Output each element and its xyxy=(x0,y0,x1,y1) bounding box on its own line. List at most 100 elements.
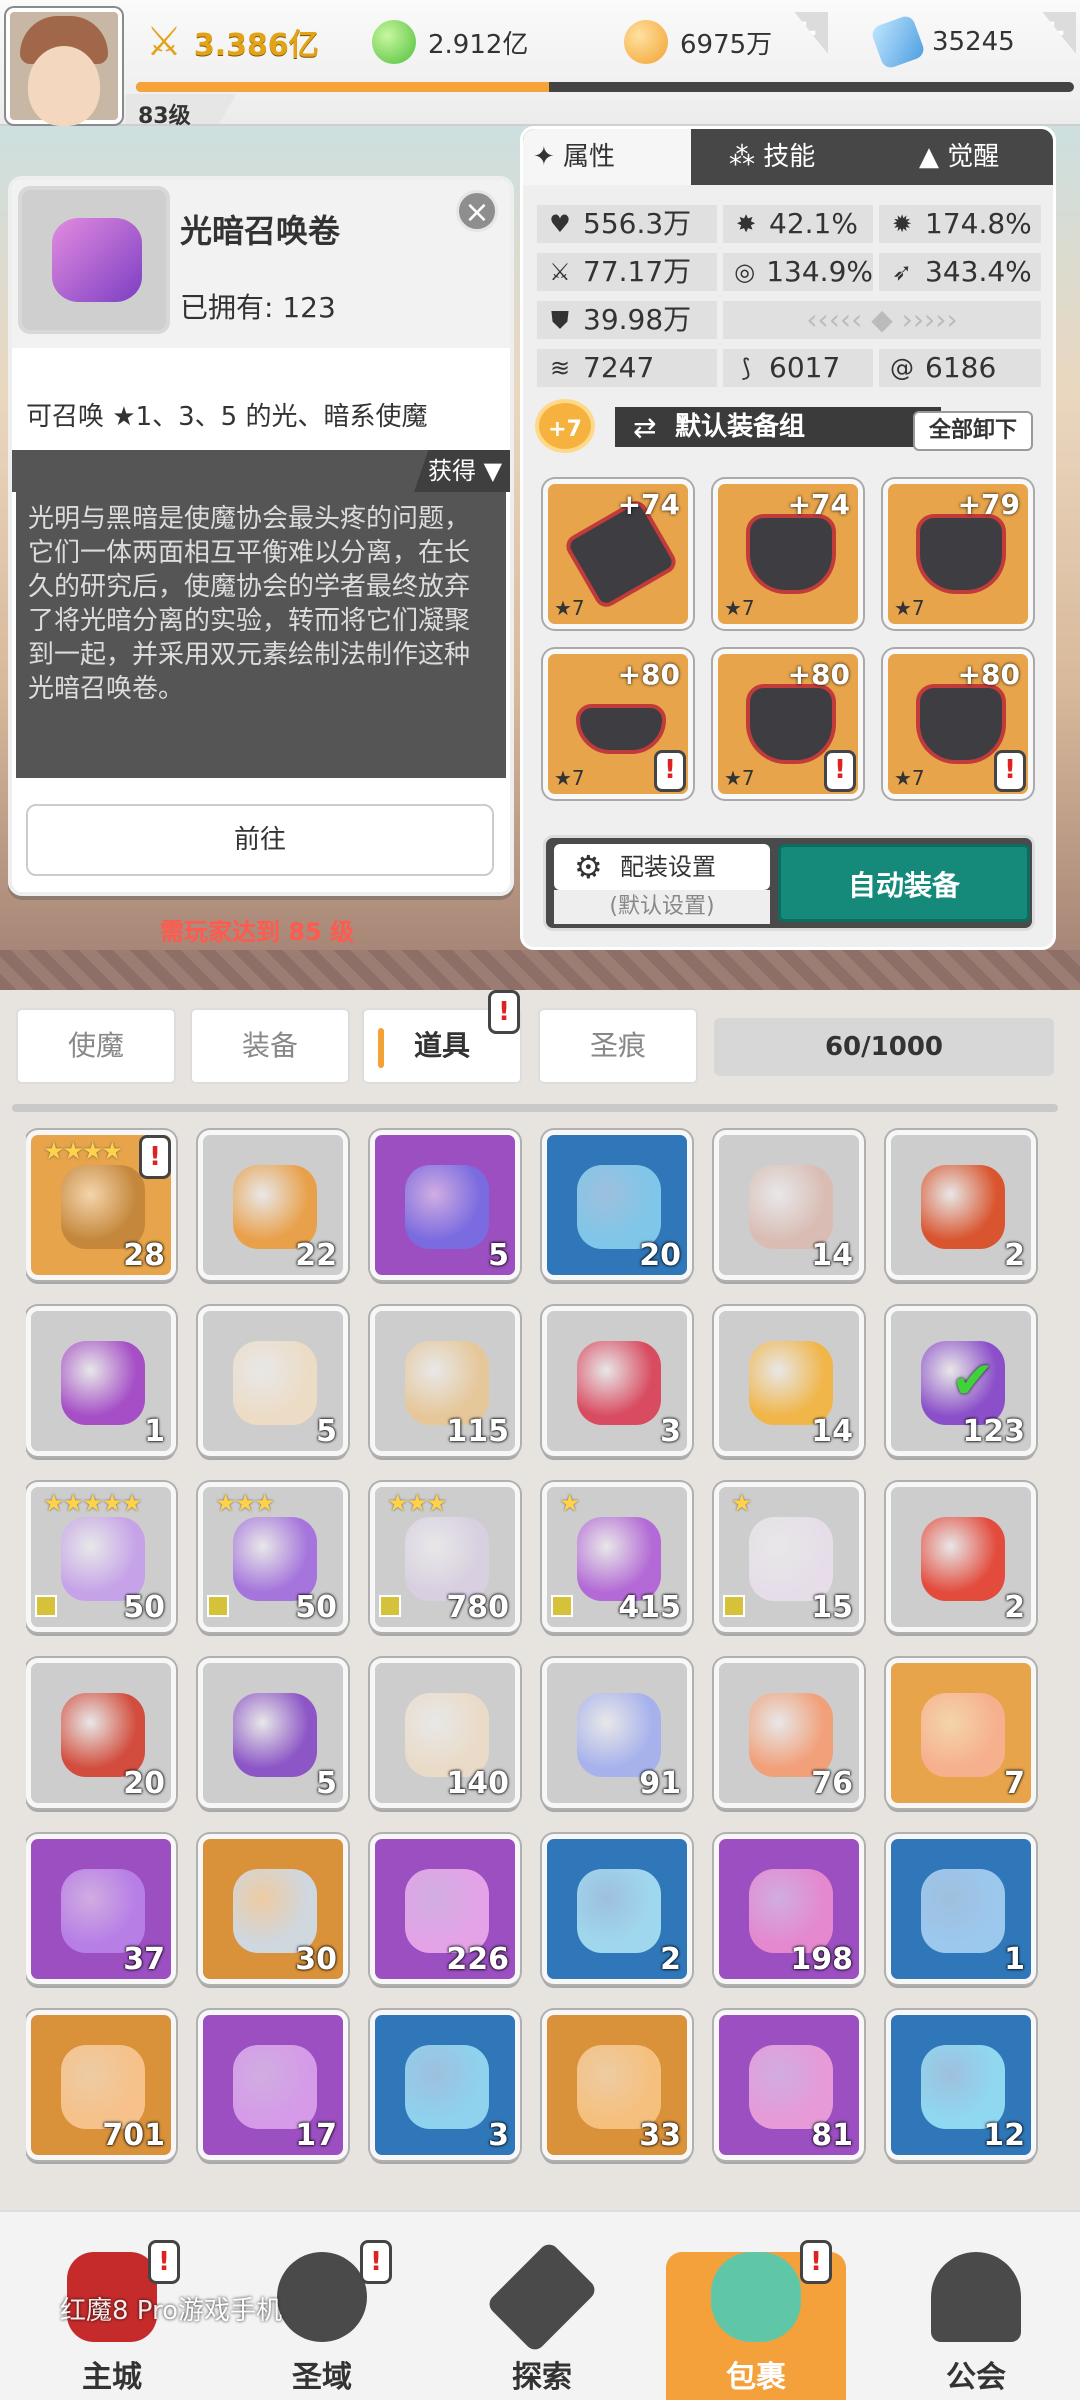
inventory-slot[interactable]: 7 xyxy=(886,1658,1036,1808)
go-button[interactable]: 前往 xyxy=(26,804,494,876)
inventory-slot[interactable]: ★★★ 780 xyxy=(370,1482,520,1632)
tab-attributes[interactable]: ✦ 属性 xyxy=(523,129,691,185)
equip-stars: ★7 xyxy=(894,596,925,620)
nav-explore[interactable]: 探索 xyxy=(452,2240,632,2400)
inventory-slot[interactable]: ★ 15 xyxy=(714,1482,864,1632)
tab-stigmata[interactable]: 圣痕 xyxy=(538,1008,698,1084)
inventory-slot[interactable]: 22 xyxy=(198,1130,348,1280)
inventory-slot[interactable]: 1 xyxy=(886,1834,1036,1984)
inventory-slot[interactable]: 20 xyxy=(26,1658,176,1808)
inventory-slot[interactable]: 3 xyxy=(542,1306,692,1456)
inventory-slot[interactable]: 3 xyxy=(370,2010,520,2160)
sanctuary-icon xyxy=(277,2252,367,2342)
inventory-slot[interactable]: ★★★★! 28 xyxy=(26,1130,176,1280)
item-count: 115 xyxy=(446,1414,509,1449)
add-gem-button[interactable]: + xyxy=(1042,12,1076,54)
equipment-slot[interactable]: +80 ★7! xyxy=(543,649,693,799)
item-count: 198 xyxy=(790,1942,853,1977)
item-count: 50 xyxy=(123,1590,165,1625)
equip-group-bar[interactable]: 默认装备组 xyxy=(615,407,941,447)
swirl-icon: ≋ xyxy=(549,354,571,382)
check-icon: ✔ xyxy=(951,1351,995,1411)
item-stars: ★★★ xyxy=(387,1489,448,1517)
inventory-slot[interactable]: 2 xyxy=(542,1834,692,1984)
nav-guild[interactable]: 公会 xyxy=(886,2252,1066,2400)
close-button[interactable]: × xyxy=(456,190,498,232)
inventory-slot[interactable]: 17 xyxy=(198,2010,348,2160)
player-avatar[interactable] xyxy=(6,8,122,126)
auto-equip-button[interactable]: 自动装备 xyxy=(778,844,1030,922)
inventory-slot[interactable]: 2 xyxy=(886,1130,1036,1280)
inventory-slot[interactable]: 81 xyxy=(714,2010,864,2160)
item-count: 1 xyxy=(1004,1942,1025,1977)
config-button[interactable]: ⚙ 配装设置 xyxy=(554,844,770,890)
item-icon xyxy=(233,1693,317,1777)
inventory-slot[interactable]: 14 xyxy=(714,1130,864,1280)
wing-icon: ➶ xyxy=(891,258,913,286)
inventory-slot[interactable]: 20 xyxy=(542,1130,692,1280)
item-count: 3 xyxy=(660,1414,681,1449)
tab-awaken-label: 觉醒 xyxy=(947,142,1000,172)
item-count: 81 xyxy=(811,2118,853,2153)
inventory-slot[interactable]: 37 xyxy=(26,1834,176,1984)
stat-v3-value: 6186 xyxy=(925,351,997,384)
equip-stars: ★7 xyxy=(724,596,755,620)
item-detail-popup: 光暗召唤卷 已拥有: 123 × 可召唤 ★1、3、5 的光、暗系使魔 获得 ▼… xyxy=(8,176,514,896)
inventory-slot[interactable]: 30 xyxy=(198,1834,348,1984)
inventory-slot[interactable]: 5 xyxy=(370,1130,520,1280)
unload-all-button[interactable]: 全部卸下 xyxy=(913,411,1033,451)
inventory-slot[interactable]: 5 xyxy=(198,1306,348,1456)
equip-stars: ★7 xyxy=(554,766,585,790)
guild-icon xyxy=(931,2252,1021,2342)
item-count: 30 xyxy=(295,1942,337,1977)
stat-atk-value: 77.17万 xyxy=(583,255,692,288)
inventory-slot[interactable]: 14 xyxy=(714,1306,864,1456)
green-currency-value: 2.912亿 xyxy=(428,29,529,60)
add-gold-button[interactable]: + xyxy=(794,12,828,54)
item-icon xyxy=(921,1165,1005,1249)
inventory-slot[interactable]: 76 xyxy=(714,1658,864,1808)
inventory-slot[interactable]: 140 xyxy=(370,1658,520,1808)
item-stars: ★★★★ xyxy=(43,1137,123,1165)
swap-icon[interactable]: ⇄ xyxy=(633,411,656,444)
helmet-icon xyxy=(746,514,836,594)
item-count: 7 xyxy=(1004,1766,1025,1801)
equipment-slot[interactable]: +74 ★7 xyxy=(543,479,693,629)
slash-icon: ⟆ xyxy=(741,354,751,382)
nav-explore-label: 探索 xyxy=(512,2360,572,2395)
equipment-slot[interactable]: +80 ★7! xyxy=(713,649,863,799)
boots-icon xyxy=(916,684,1006,764)
inventory-slot[interactable]: ★ 415 xyxy=(542,1482,692,1632)
item-count: 226 xyxy=(446,1942,509,1977)
item-count: 3 xyxy=(488,2118,509,2153)
tab-awaken[interactable]: ▲ 觉醒 xyxy=(919,129,999,185)
item-count: 123 xyxy=(962,1414,1025,1449)
equipment-slot[interactable]: +80 ★7! xyxy=(883,649,1033,799)
tab-equipment[interactable]: 装备 xyxy=(190,1008,350,1084)
inventory-slot[interactable]: ★★★ 50 xyxy=(198,1482,348,1632)
inventory-slot[interactable]: 1 xyxy=(26,1306,176,1456)
stat-v1: ≋ 7247 xyxy=(537,349,717,387)
inventory-slot[interactable]: 91 xyxy=(542,1658,692,1808)
inventory-slot[interactable]: ★★★★★ 50 xyxy=(26,1482,176,1632)
item-icon xyxy=(233,1869,317,1953)
equipment-slot[interactable]: +74 ★7 xyxy=(713,479,863,629)
equipment-slot[interactable]: +79 ★7 xyxy=(883,479,1033,629)
inventory-slot[interactable]: ✔ 123 xyxy=(886,1306,1036,1456)
inventory-slot[interactable]: 115 xyxy=(370,1306,520,1456)
tab-skills[interactable]: ⁂ 技能 xyxy=(729,129,815,185)
inventory-slot[interactable]: 2 xyxy=(886,1482,1036,1632)
inventory-slot[interactable]: 198 xyxy=(714,1834,864,1984)
obtain-tab[interactable]: 获得 ▼ xyxy=(414,450,510,492)
tab-skills-label: 技能 xyxy=(763,142,816,172)
inventory-slot[interactable]: 5 xyxy=(198,1658,348,1808)
item-owned-count: 已拥有: 123 xyxy=(180,291,336,324)
stat-atk: ⚔ 77.17万 xyxy=(537,253,717,291)
inventory-slot[interactable]: 12 xyxy=(886,2010,1036,2160)
inventory-slot[interactable]: 226 xyxy=(370,1834,520,1984)
alert-icon: ! xyxy=(148,2240,180,2284)
inventory-slot[interactable]: 33 xyxy=(542,2010,692,2160)
tab-familiars[interactable]: 使魔 xyxy=(16,1008,176,1084)
item-icon xyxy=(233,2045,317,2129)
inventory-slot[interactable]: 701 xyxy=(26,2010,176,2160)
